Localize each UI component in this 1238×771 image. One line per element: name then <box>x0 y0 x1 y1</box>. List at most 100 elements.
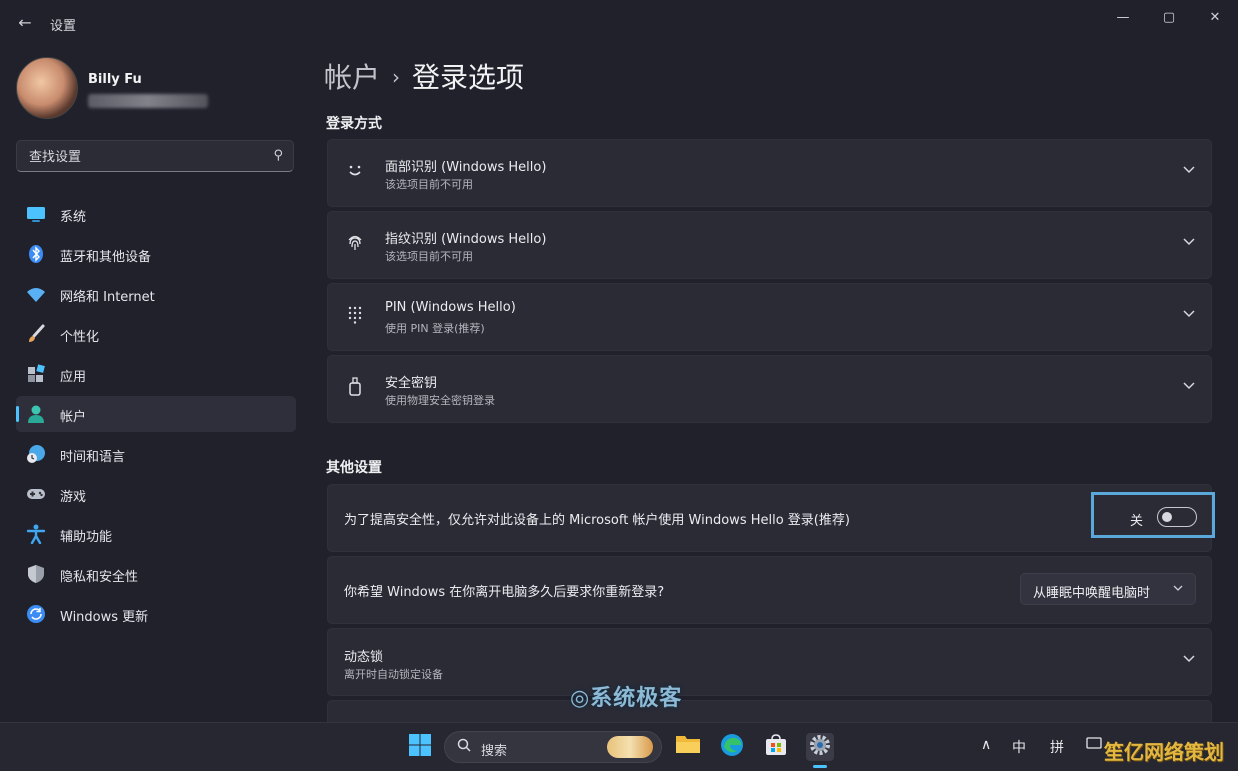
sidebar-item-windows-update[interactable]: Windows 更新 <box>16 596 296 632</box>
sidebar-item-label: 时间和语言 <box>60 450 126 465</box>
store-icon[interactable] <box>762 733 790 761</box>
search-icon[interactable]: ⚲ <box>273 148 283 163</box>
minimize-button[interactable]: — <box>1100 6 1146 30</box>
chevron-down-icon[interactable] <box>1183 162 1195 178</box>
apps-icon <box>26 364 46 384</box>
search-box[interactable]: ⚲ <box>16 140 294 172</box>
sidebar-item-privacy[interactable]: 隐私和安全性 <box>16 556 296 592</box>
dropdown-value: 从睡眠中唤醒电脑时 <box>1033 586 1151 601</box>
avatar <box>16 57 78 119</box>
option-title: 安全密钥 <box>385 376 438 391</box>
sidebar-item-accounts[interactable]: 帐户 <box>16 396 296 432</box>
option-title: 指纹识别 (Windows Hello) <box>385 232 547 247</box>
breadcrumb: 帐户 › 登录选项 <box>324 56 524 96</box>
ime-pinyin-indicator[interactable]: 拼 <box>1050 737 1064 757</box>
start-icon[interactable] <box>406 733 434 761</box>
dynamic-lock-setting[interactable]: 动态锁 离开时自动锁定设备 <box>327 628 1212 696</box>
option-title: PIN (Windows Hello) <box>385 300 516 315</box>
taskbar: 搜索 ∧ 中 拼 <box>0 722 1238 771</box>
maximize-button[interactable]: ▢ <box>1146 6 1192 30</box>
search-input[interactable] <box>27 147 261 167</box>
signin-option-face[interactable]: 面部识别 (Windows Hello) 该选项目前不可用 <box>327 139 1212 207</box>
toggle-knob <box>1162 512 1172 522</box>
edge-icon[interactable] <box>718 733 746 761</box>
signin-option-security-key[interactable]: 安全密钥 使用物理安全密钥登录 <box>327 355 1212 423</box>
chevron-down-icon[interactable] <box>1183 234 1195 250</box>
watermark-text: 系统极客 <box>590 686 683 711</box>
settings-window: ← 设置 — ▢ ✕ Billy Fu ⚲ 系统 蓝牙和其他设备 网络和 Int… <box>0 0 1238 730</box>
tray-overflow-chevron[interactable]: ∧ <box>981 737 991 753</box>
setting-label: 为了提高安全性，仅允许对此设备上的 Microsoft 帐户使用 Windows… <box>344 513 850 528</box>
option-subtitle: 该选项目前不可用 <box>385 250 473 263</box>
sidebar-item-label: 隐私和安全性 <box>60 570 139 585</box>
chevron-down-icon[interactable] <box>1183 651 1195 667</box>
sidebar-item-label: 帐户 <box>60 410 87 425</box>
option-title: 动态锁 <box>344 650 384 665</box>
page-title: 登录选项 <box>412 61 525 94</box>
accessibility-icon <box>26 524 46 545</box>
search-icon <box>457 738 471 756</box>
breadcrumb-parent[interactable]: 帐户 <box>324 61 380 94</box>
shield-icon <box>26 564 46 584</box>
back-button[interactable]: ← <box>14 12 36 34</box>
sidebar-item-label: 应用 <box>60 370 87 385</box>
signin-option-pin[interactable]: PIN (Windows Hello) 使用 PIN 登录(推荐) <box>327 283 1212 351</box>
sidebar-item-personalization[interactable]: 个性化 <box>16 316 296 352</box>
tray-icon[interactable] <box>1086 737 1102 755</box>
sidebar-item-label: 个性化 <box>60 330 100 345</box>
sidebar-item-bluetooth[interactable]: 蓝牙和其他设备 <box>16 236 296 272</box>
watermark: ◎系统极客 <box>570 686 683 711</box>
fingerprint-icon <box>344 232 366 254</box>
file-explorer-icon[interactable] <box>674 733 702 761</box>
other-settings-heading: 其他设置 <box>326 460 382 476</box>
settings-gear-icon[interactable] <box>806 733 834 761</box>
wifi-icon <box>26 284 46 304</box>
option-subtitle: 使用物理安全密钥登录 <box>385 394 495 407</box>
search-highlight-image <box>607 736 653 758</box>
monitor-icon <box>26 204 46 224</box>
active-indicator <box>16 406 19 422</box>
keypad-icon <box>344 304 366 326</box>
signin-methods-heading: 登录方式 <box>326 116 382 132</box>
taskbar-search-label: 搜索 <box>481 744 508 759</box>
gamepad-icon <box>26 484 46 504</box>
sidebar-item-time-language[interactable]: 时间和语言 <box>16 436 296 472</box>
sidebar-item-network[interactable]: 网络和 Internet <box>16 276 296 312</box>
face-icon <box>344 160 366 182</box>
sidebar-item-accessibility[interactable]: 辅助功能 <box>16 516 296 552</box>
sidebar-item-label: Windows 更新 <box>60 610 149 625</box>
chevron-down-icon <box>1173 582 1183 595</box>
option-subtitle: 使用 PIN 登录(推荐) <box>385 322 485 335</box>
sidebar-item-apps[interactable]: 应用 <box>16 356 296 392</box>
taskbar-search[interactable]: 搜索 <box>444 731 662 763</box>
brush-icon <box>26 324 46 344</box>
breadcrumb-separator: › <box>392 65 401 89</box>
corner-watermark: 笙亿网络策划 <box>1104 740 1224 764</box>
hello-only-toggle[interactable] <box>1157 507 1197 527</box>
setting-label: 你希望 Windows 在你离开电脑多久后要求你重新登录? <box>344 585 665 600</box>
bluetooth-icon <box>26 244 46 264</box>
sidebar-item-label: 系统 <box>60 210 87 225</box>
signin-option-fingerprint[interactable]: 指纹识别 (Windows Hello) 该选项目前不可用 <box>327 211 1212 279</box>
sidebar-item-label: 游戏 <box>60 490 87 505</box>
sidebar-item-gaming[interactable]: 游戏 <box>16 476 296 512</box>
reauth-dropdown[interactable]: 从睡眠中唤醒电脑时 <box>1020 573 1196 605</box>
chevron-down-icon[interactable] <box>1183 306 1195 322</box>
ime-mode-indicator[interactable]: 中 <box>1012 737 1026 757</box>
sidebar-item-system[interactable]: 系统 <box>16 196 296 232</box>
chevron-down-icon[interactable] <box>1183 378 1195 394</box>
sidebar-item-label: 辅助功能 <box>60 530 113 545</box>
globe-clock-icon <box>26 444 46 464</box>
active-app-indicator <box>813 765 827 768</box>
sidebar-item-label: 网络和 Internet <box>60 290 155 305</box>
app-title: 设置 <box>50 19 77 34</box>
sidebar-nav: 系统 蓝牙和其他设备 网络和 Internet 个性化 应用 帐户 时间和语言 <box>16 196 296 636</box>
option-subtitle: 离开时自动锁定设备 <box>344 668 443 681</box>
option-title: 面部识别 (Windows Hello) <box>385 160 547 175</box>
usb-key-icon <box>344 376 366 398</box>
update-icon <box>26 604 46 624</box>
user-name: Billy Fu <box>88 72 142 87</box>
hello-only-setting: 为了提高安全性，仅允许对此设备上的 Microsoft 帐户使用 Windows… <box>327 484 1212 552</box>
close-button[interactable]: ✕ <box>1192 6 1238 30</box>
person-icon <box>26 404 46 424</box>
